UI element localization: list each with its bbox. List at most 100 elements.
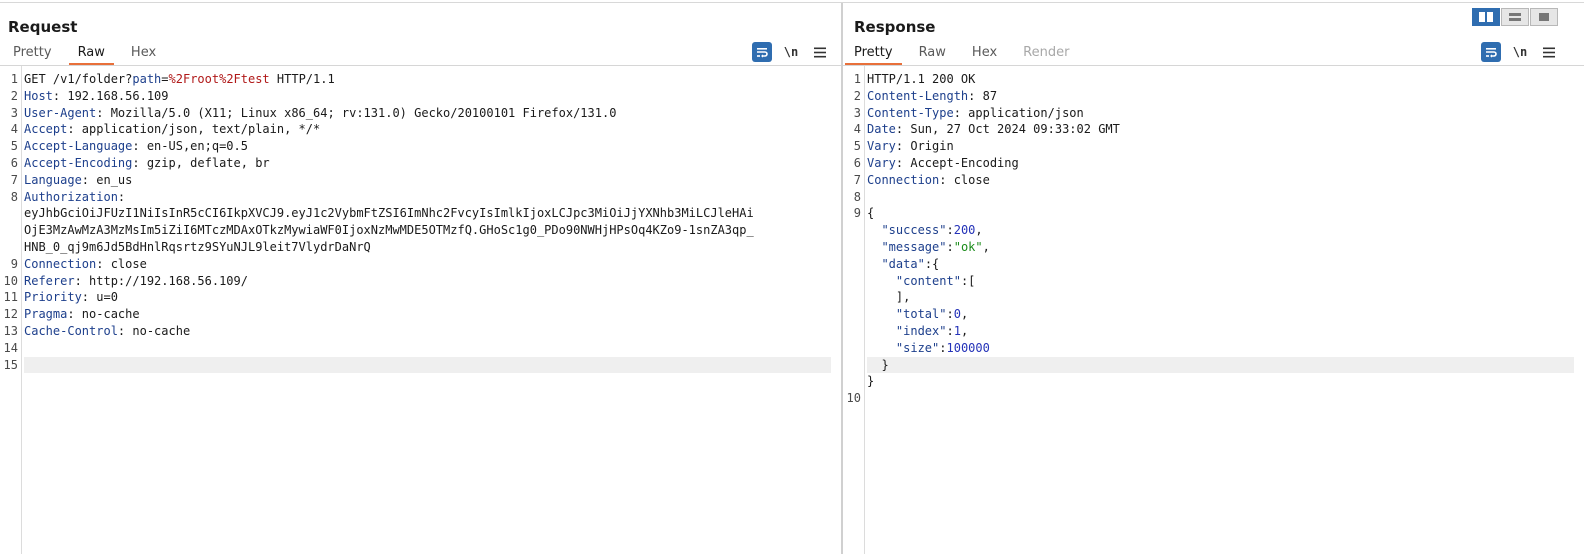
line-number: 3 (853, 105, 861, 120)
menu-icon[interactable] (810, 42, 830, 62)
code-line: 9{ (843, 205, 1584, 222)
token: "index" (895, 323, 947, 338)
token: Host (24, 88, 53, 103)
line-content: HTTP/1.1 200 OK (867, 71, 1574, 88)
request-pane: Request Pretty Raw Hex \n 1 GET /v1/folder?… (0, 3, 841, 554)
token: : 192.168.56.109 (52, 88, 169, 103)
token: : Accept-Encoding (895, 155, 1019, 170)
line-number: 8 (10, 189, 18, 204)
token: : no-cache (117, 323, 191, 338)
line-content: { (867, 205, 1574, 222)
code-line: "success":200, (843, 222, 1584, 239)
newline-icon[interactable]: \n (781, 42, 801, 62)
token: Content-Length (867, 88, 969, 103)
token: Accept (24, 122, 68, 137)
tab-hex[interactable]: Hex (122, 41, 165, 65)
token: , (982, 239, 990, 254)
token: HTTP/1.1 200 OK (867, 72, 976, 86)
token: , (960, 307, 969, 322)
token: 0 (953, 307, 961, 322)
line-content: Language: en_us (24, 172, 831, 189)
token: "data" (881, 256, 925, 271)
code-line: "index":1, (843, 323, 1584, 340)
line-number: 5 (10, 139, 18, 154)
line-number: 9 (10, 256, 18, 271)
token: : (117, 189, 126, 204)
line-content: Vary: Accept-Encoding (867, 155, 1574, 172)
line-content: Vary: Origin (867, 138, 1574, 155)
code-line: HNB_0_qj9m6Jd5BdHnlRqsrtz9SYuNJL9leit7Vl… (0, 239, 841, 256)
token: : (946, 223, 954, 238)
token: Connection (867, 172, 940, 187)
line-number: 4 (10, 122, 18, 137)
word-wrap-icon[interactable] (1481, 42, 1501, 62)
token: 100000 (946, 340, 990, 355)
token: : 87 (968, 88, 998, 103)
token: : en_us (81, 172, 133, 187)
line-content: Host: 192.168.56.109 (24, 88, 831, 105)
line-number: 2 (10, 88, 18, 103)
token: : gzip, deflate, br (132, 155, 270, 170)
code-line: 13 Cache-Control: no-cache (0, 323, 841, 340)
line-number: 8 (853, 189, 861, 204)
code-line: "size":100000 (843, 340, 1584, 357)
line-content: "success":200, (867, 222, 1574, 239)
code-line: 5 Vary: Origin (843, 138, 1584, 155)
code-line: 15 (0, 356, 841, 374)
line-content: "content":[ (867, 273, 1574, 290)
line-content: Accept-Language: en-US,en;q=0.5 (24, 138, 831, 155)
token: : application/json, text/plain, */* (67, 122, 321, 137)
token: HNB_0_qj9m6Jd5BdHnlRqsrtz9SYuNJL9leit7Vl… (24, 239, 371, 254)
word-wrap-icon[interactable] (752, 42, 772, 62)
token: Pragma (24, 307, 68, 322)
token: "success" (881, 223, 947, 238)
line-content: Connection: close (867, 172, 1574, 189)
line-content: Content-Type: application/json (867, 105, 1574, 122)
response-pane: Response Pretty Raw Hex Render \n 1 HTTP/1.1… (843, 3, 1584, 554)
code-line: 1 HTTP/1.1 200 OK (843, 71, 1584, 88)
code-line: 10 (843, 390, 1584, 407)
token: :[ (960, 273, 976, 288)
line-number: 13 (3, 323, 18, 338)
line-number: 3 (10, 105, 18, 120)
code-line: } (843, 373, 1584, 390)
token: } (867, 357, 889, 372)
token: : Sun, 27 Oct 2024 09:33:02 GMT (895, 122, 1120, 137)
token: Vary (867, 155, 896, 170)
line-content: Pragma: no-cache (24, 306, 831, 323)
tab-pretty[interactable]: Pretty (845, 41, 902, 65)
line-content: Connection: close (24, 256, 831, 273)
line-content: Content-Length: 87 (867, 88, 1574, 105)
line-content: "index":1, (867, 323, 1574, 340)
response-editor[interactable]: 1 HTTP/1.1 200 OK 2 Content-Length: 87 3 Cont… (843, 66, 1584, 554)
token: : Origin (895, 139, 954, 154)
code-line: "message":"ok", (843, 239, 1584, 256)
tab-raw[interactable]: Raw (910, 41, 955, 65)
tab-pretty[interactable]: Pretty (4, 41, 61, 65)
request-editor[interactable]: 1 GET /v1/folder?path=%2Froot%2Ftest HTTP… (0, 66, 841, 554)
code-line: 14 (0, 340, 841, 357)
code-line: 8 (843, 189, 1584, 206)
token: Connection (24, 256, 97, 271)
token: Authorization (24, 189, 118, 204)
line-content: "size":100000 (867, 340, 1574, 357)
tab-hex[interactable]: Hex (963, 41, 1006, 65)
code-line: 10 Referer: http://192.168.56.109/ (0, 273, 841, 290)
token: : Mozilla/5.0 (X11; Linux x86_64; rv:131… (96, 105, 617, 120)
line-content: Accept-Encoding: gzip, deflate, br (24, 155, 831, 172)
token: : no-cache (67, 307, 140, 322)
tab-raw[interactable]: Raw (68, 41, 115, 65)
token: : en-US,en;q=0.5 (132, 139, 248, 154)
code-line: 12 Pragma: no-cache (0, 306, 841, 323)
response-title: Response (854, 18, 936, 36)
tab-render[interactable]: Render (1014, 41, 1078, 65)
menu-icon[interactable] (1539, 42, 1559, 62)
newline-icon[interactable]: \n (1510, 42, 1530, 62)
line-content: OjE3MzAwMzA3MzMsIm5iZiI6MTczMDAxOTkzMywi… (24, 222, 831, 239)
code-line: 11 Priority: u=0 (0, 289, 841, 306)
